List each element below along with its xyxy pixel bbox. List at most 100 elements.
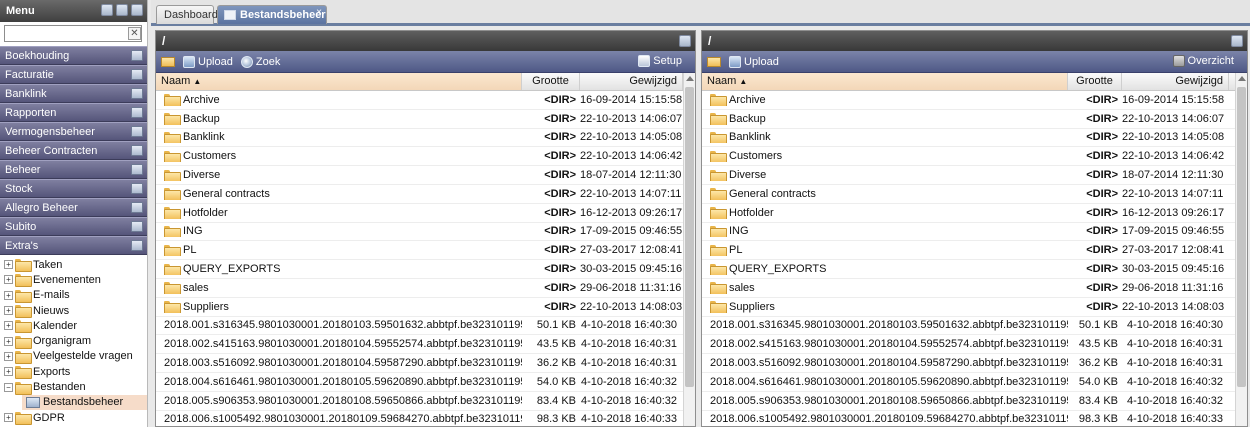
- file-name-cell[interactable]: 2018.005.s906353.9801030001.20180108.596…: [156, 395, 522, 407]
- tree-item[interactable]: + Exports: [4, 364, 147, 380]
- accordion-item[interactable]: Stock: [0, 179, 147, 198]
- file-name-cell[interactable]: sales: [156, 282, 522, 294]
- file-name-cell[interactable]: Suppliers: [156, 301, 522, 313]
- table-row[interactable]: QUERY_EXPORTS <DIR> 30-03-2015 09:45:16: [156, 260, 695, 279]
- clear-icon[interactable]: ✕: [128, 27, 141, 40]
- table-row[interactable]: 2018.001.s316345.9801030001.20180103.595…: [156, 317, 695, 336]
- panel-maximize-icon[interactable]: [679, 35, 691, 47]
- accordion-item[interactable]: Allegro Beheer: [0, 198, 147, 217]
- menu-search-input[interactable]: [4, 25, 142, 42]
- table-row[interactable]: 2018.006.s1005492.9801030001.20180109.59…: [156, 411, 695, 426]
- panel-maximize-icon[interactable]: [1231, 35, 1243, 47]
- column-modified-header[interactable]: Gewijzigd: [580, 73, 683, 90]
- accordion-item[interactable]: Rapporten: [0, 103, 147, 122]
- accordion-item[interactable]: Facturatie: [0, 65, 147, 84]
- search-button[interactable]: Zoek: [240, 55, 280, 68]
- tree-item[interactable]: + Kalender: [4, 318, 147, 334]
- file-name-cell[interactable]: 2018.006.s1005492.9801030001.20180109.59…: [702, 413, 1068, 425]
- column-name-header[interactable]: Naam ▲: [702, 73, 1068, 90]
- file-name-cell[interactable]: 2018.006.s1005492.9801030001.20180109.59…: [156, 413, 522, 425]
- expand-icon[interactable]: +: [4, 260, 13, 270]
- column-name-header[interactable]: Naam ▲: [156, 73, 522, 90]
- column-modified-header[interactable]: Gewijzigd: [1122, 73, 1229, 90]
- file-name-cell[interactable]: General contracts: [702, 188, 1068, 200]
- expand-icon[interactable]: +: [4, 351, 13, 361]
- file-name-cell[interactable]: Archive: [702, 94, 1068, 106]
- accordion-item[interactable]: Subito: [0, 217, 147, 236]
- expand-icon[interactable]: +: [4, 367, 13, 377]
- table-row[interactable]: General contracts <DIR> 22-10-2013 14:07:1…: [702, 185, 1247, 204]
- table-row[interactable]: General contracts <DIR> 22-10-2013 14:07:1…: [156, 185, 695, 204]
- file-name-cell[interactable]: Backup: [702, 113, 1068, 125]
- upload-button[interactable]: Upload: [183, 55, 233, 68]
- tree-item[interactable]: + Veelgestelde vragen: [4, 349, 147, 364]
- file-name-cell[interactable]: 2018.001.s316345.9801030001.20180103.595…: [702, 319, 1068, 331]
- table-row[interactable]: Suppliers <DIR> 22-10-2013 14:08:03: [702, 298, 1247, 317]
- scroll-thumb[interactable]: [1237, 87, 1246, 387]
- table-row[interactable]: 2018.004.s616461.9801030001.20180105.596…: [702, 373, 1247, 392]
- table-row[interactable]: Customers <DIR> 22-10-2013 14:06:42: [156, 147, 695, 167]
- file-name-cell[interactable]: ING: [702, 225, 1068, 238]
- upload-button[interactable]: Upload: [729, 55, 779, 68]
- table-row[interactable]: 2018.004.s616461.9801030001.20180105.596…: [156, 373, 695, 392]
- table-row[interactable]: PL <DIR> 27-03-2017 12:08:41: [702, 241, 1247, 261]
- minimize-icon[interactable]: [131, 4, 143, 16]
- tree-item[interactable]: + E-mails: [4, 288, 147, 303]
- tree-item[interactable]: − Bestanden: [4, 379, 147, 395]
- table-row[interactable]: ING <DIR> 17-09-2015 09:46:55: [702, 223, 1247, 242]
- table-row[interactable]: Banklink <DIR> 22-10-2013 14:05:08: [156, 129, 695, 148]
- file-name-cell[interactable]: 2018.003.s516092.9801030001.20180104.595…: [702, 357, 1068, 369]
- tab-bestandsbeheer[interactable]: Bestandsbeheer ×: [217, 5, 327, 24]
- new-folder-icon[interactable]: [707, 56, 721, 67]
- table-row[interactable]: sales <DIR> 29-06-2018 11:31:16: [156, 279, 695, 298]
- table-row[interactable]: Customers <DIR> 22-10-2013 14:06:42: [702, 147, 1247, 167]
- setup-button[interactable]: Setup: [638, 55, 682, 67]
- tree-item-bestandsbeheer[interactable]: Bestandsbeheer: [22, 394, 147, 410]
- file-name-cell[interactable]: QUERY_EXPORTS: [156, 263, 522, 276]
- overview-button[interactable]: Overzicht: [1172, 55, 1234, 67]
- table-row[interactable]: PL <DIR> 27-03-2017 12:08:41: [156, 241, 695, 261]
- expand-icon[interactable]: +: [4, 413, 13, 423]
- vertical-scrollbar[interactable]: [683, 73, 695, 426]
- new-folder-icon[interactable]: [161, 56, 175, 67]
- file-name-cell[interactable]: 2018.003.s516092.9801030001.20180104.595…: [156, 357, 522, 369]
- table-row[interactable]: Hotfolder <DIR> 16-12-2013 09:26:17: [702, 204, 1247, 223]
- table-row[interactable]: sales <DIR> 29-06-2018 11:31:16: [702, 279, 1247, 298]
- table-row[interactable]: 2018.006.s1005492.9801030001.20180109.59…: [702, 411, 1247, 426]
- table-row[interactable]: 2018.005.s906353.9801030001.20180108.596…: [156, 392, 695, 411]
- table-row[interactable]: Banklink <DIR> 22-10-2013 14:05:08: [702, 129, 1247, 148]
- table-row[interactable]: Diverse <DIR> 18-07-2014 12:11:30: [156, 166, 695, 185]
- file-name-cell[interactable]: 2018.004.s616461.9801030001.20180105.596…: [702, 376, 1068, 388]
- file-name-cell[interactable]: Diverse: [702, 169, 1068, 182]
- table-row[interactable]: 2018.005.s906353.9801030001.20180108.596…: [702, 392, 1247, 411]
- column-size-header[interactable]: Grootte: [1068, 73, 1122, 90]
- expand-icon[interactable]: +: [4, 336, 13, 346]
- expand-icon[interactable]: [116, 4, 128, 16]
- file-name-cell[interactable]: Backup: [156, 113, 522, 125]
- tree-item[interactable]: + Organigram: [4, 333, 147, 349]
- file-name-cell[interactable]: Customers: [702, 150, 1068, 163]
- table-row[interactable]: 2018.002.s415163.9801030001.20180104.595…: [702, 335, 1247, 355]
- scroll-thumb[interactable]: [685, 87, 694, 387]
- file-name-cell[interactable]: ING: [156, 225, 522, 238]
- table-row[interactable]: Backup <DIR> 22-10-2013 14:06:07: [702, 110, 1247, 129]
- collapse-icon[interactable]: −: [4, 382, 13, 392]
- file-name-cell[interactable]: 2018.002.s415163.9801030001.20180104.595…: [156, 338, 522, 350]
- table-row[interactable]: QUERY_EXPORTS <DIR> 30-03-2015 09:45:16: [702, 260, 1247, 279]
- file-name-cell[interactable]: Archive: [156, 94, 522, 106]
- file-name-cell[interactable]: Hotfolder: [702, 207, 1068, 219]
- file-name-cell[interactable]: 2018.001.s316345.9801030001.20180103.595…: [156, 319, 522, 331]
- file-name-cell[interactable]: 2018.002.s415163.9801030001.20180104.595…: [702, 338, 1068, 350]
- file-name-cell[interactable]: PL: [702, 244, 1068, 257]
- tab-dashboard[interactable]: Dashboard: [156, 5, 218, 24]
- table-row[interactable]: Archive <DIR> 16-09-2014 15:15:58: [702, 91, 1247, 110]
- expand-icon[interactable]: +: [4, 290, 13, 300]
- tree-item[interactable]: + Taken: [4, 257, 147, 273]
- table-row[interactable]: 2018.001.s316345.9801030001.20180103.595…: [702, 317, 1247, 336]
- file-name-cell[interactable]: Banklink: [702, 131, 1068, 144]
- expand-icon[interactable]: +: [4, 321, 13, 331]
- tree-item[interactable]: + Evenementen: [4, 272, 147, 288]
- collapse-icon[interactable]: [101, 4, 113, 16]
- tree-item[interactable]: + Nieuws: [4, 303, 147, 319]
- table-row[interactable]: 2018.003.s516092.9801030001.20180104.595…: [702, 354, 1247, 373]
